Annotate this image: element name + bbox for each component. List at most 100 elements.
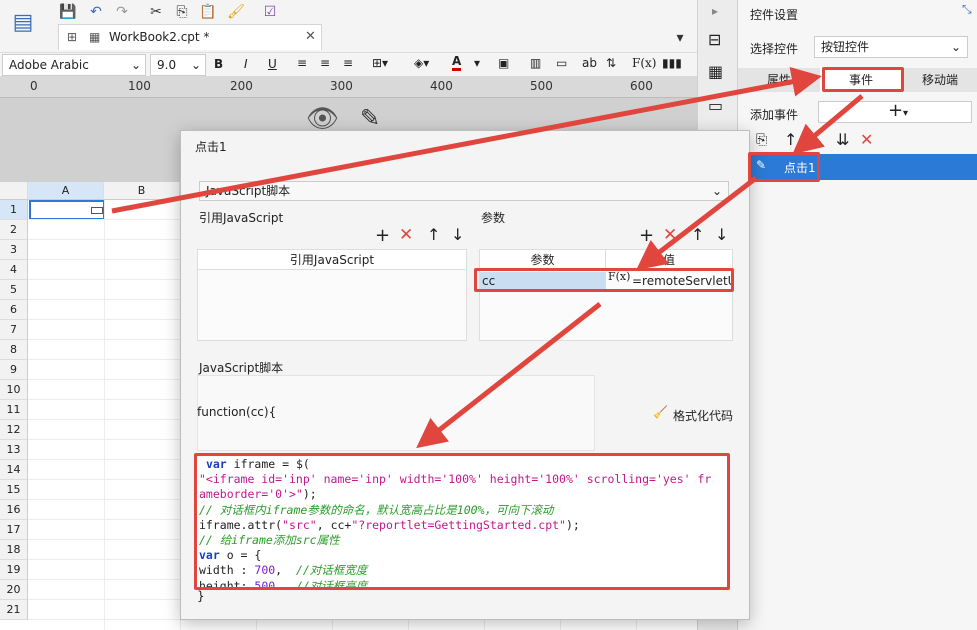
tab-properties[interactable]: 属性 [738, 68, 820, 92]
widget-type-select[interactable]: 按钮控件 ⌄ [814, 36, 968, 58]
redo-icon[interactable]: ↷ [112, 2, 132, 22]
column-header[interactable]: B [104, 182, 180, 200]
row-header[interactable]: 11 [0, 400, 28, 420]
border-icon[interactable]: ⊞▾ [372, 56, 388, 70]
selected-cell-a1[interactable] [29, 200, 105, 220]
undo-icon[interactable]: ↶ [86, 2, 106, 22]
corner-header [0, 182, 28, 200]
close-tab-icon[interactable]: ✕ [305, 29, 316, 44]
value-col-header: 值 [606, 250, 732, 270]
align-right-icon[interactable]: ≡ [343, 56, 353, 70]
move-up-icon[interactable]: ↑ [784, 130, 797, 149]
param-highlight-box [474, 268, 734, 292]
ruler-tick: 400 [430, 79, 453, 93]
copy-event-icon[interactable]: ⎘ [756, 132, 767, 148]
expand-arrow-icon[interactable]: ⤡ [962, 2, 972, 17]
format-painter-icon[interactable]: 🖌 [226, 2, 246, 22]
sort-icon[interactable]: ⇅ [606, 56, 616, 70]
row-header[interactable]: 13 [0, 440, 28, 460]
row-header[interactable]: 8 [0, 340, 28, 360]
row-header[interactable]: 14 [0, 460, 28, 480]
tab-title: WorkBook2.cpt * [109, 30, 210, 44]
row-header[interactable]: 4 [0, 260, 28, 280]
font-size-select[interactable]: 9.0 ⌄ [150, 54, 206, 76]
row-header[interactable]: 10 [0, 380, 28, 400]
font-name-value: Adobe Arabic [9, 58, 89, 72]
move-up-icon[interactable]: ↑ [427, 225, 440, 244]
dialog-title: 点击1 [195, 140, 227, 154]
delete-ref-icon[interactable]: ✕ [399, 225, 413, 245]
align-left-icon[interactable]: ≡ [297, 56, 307, 70]
move-bottom-icon[interactable]: ⇊ [836, 130, 849, 149]
layout-icon[interactable]: ⊟ [708, 30, 721, 49]
add-param-icon[interactable]: + [639, 225, 654, 246]
row-header[interactable]: 6 [0, 300, 28, 320]
row-header[interactable]: 17 [0, 520, 28, 540]
collapse-arrow-icon[interactable]: ▸ [712, 4, 718, 18]
widget-icon[interactable]: ▦ [708, 62, 723, 81]
column-header[interactable]: A [28, 182, 104, 200]
row-header[interactable]: 1 [0, 200, 28, 220]
text-button[interactable]: ab [582, 56, 597, 70]
tab-mobile[interactable]: 移动端 [902, 68, 977, 92]
template-icon[interactable]: ☑ [260, 2, 280, 22]
horizontal-ruler: 0 100 200 300 400 500 600 [0, 76, 697, 98]
font-name-select[interactable]: Adobe Arabic ⌄ [2, 54, 146, 76]
row-header[interactable]: 5 [0, 280, 28, 300]
row-header[interactable]: 3 [0, 240, 28, 260]
format-code-button[interactable]: 格式化代码 [673, 407, 733, 424]
move-up-icon[interactable]: ↑ [691, 225, 704, 244]
add-ref-icon[interactable]: + [375, 225, 390, 246]
row-header[interactable]: 7 [0, 320, 28, 340]
panel-icon[interactable]: ▭ [708, 96, 723, 115]
dropdown-menu-icon[interactable]: ▾ [670, 28, 690, 48]
fill-color-icon[interactable]: ◈▾ [414, 56, 429, 70]
script-type-select[interactable]: JavaScript脚本 ⌄ [199, 181, 729, 201]
format-toolbar: Adobe Arabic ⌄ 9.0 ⌄ B I U ≡ ≡ ≡ ⊞▾ ◈▾ A… [0, 52, 697, 76]
split-icon[interactable]: ▥ [530, 56, 541, 70]
cut-icon[interactable]: ✂ [146, 2, 166, 22]
bold-button[interactable]: B [214, 57, 223, 71]
underline-button[interactable]: U [268, 57, 277, 71]
move-down-icon[interactable]: ↓ [715, 225, 728, 244]
font-color-icon[interactable]: A [452, 54, 462, 71]
chart-icon[interactable]: ▮▮▮ [662, 56, 682, 70]
row-header[interactable]: 9 [0, 360, 28, 380]
save-icon[interactable]: 💾 [58, 2, 78, 22]
merge-icon[interactable]: ▣ [498, 56, 509, 70]
row-header[interactable]: 2 [0, 220, 28, 240]
params-table[interactable]: 参数 值 cc F(x) =remoteServletU [479, 249, 733, 341]
paste-icon[interactable]: 📋 [198, 2, 218, 22]
ruler-tick: 100 [128, 79, 151, 93]
wrap-icon[interactable]: ▭ [556, 56, 567, 70]
copy-icon[interactable]: ⎘ [172, 2, 192, 22]
add-event-button[interactable]: +▾ [818, 101, 972, 123]
move-down-icon[interactable]: ↓ [808, 130, 821, 149]
closing-brace: } [197, 589, 205, 603]
ref-js-table[interactable]: 引用JavaScript [197, 249, 467, 341]
ref-js-section-label: 引用JavaScript [199, 211, 284, 225]
delete-param-icon[interactable]: ✕ [663, 225, 677, 245]
chevron-down-icon: ⌄ [711, 184, 722, 198]
move-down-icon[interactable]: ↓ [451, 225, 464, 244]
row-header[interactable]: 18 [0, 540, 28, 560]
row-header[interactable]: 16 [0, 500, 28, 520]
formula-button[interactable]: F(x) [632, 56, 656, 70]
document-tab[interactable]: ⊞ ▦ WorkBook2.cpt * ✕ [58, 24, 322, 50]
italic-button[interactable]: I [244, 57, 248, 71]
ruler-tick: 300 [330, 79, 353, 93]
row-header[interactable]: 12 [0, 420, 28, 440]
row-header[interactable]: 15 [0, 480, 28, 500]
row-header[interactable]: 21 [0, 600, 28, 620]
ruler-tick: 600 [630, 79, 653, 93]
row-header[interactable]: 20 [0, 580, 28, 600]
align-center-icon[interactable]: ≡ [320, 56, 330, 70]
main-toolbar: ▤ 💾 ↶ ↷ ✂ ⎘ 📋 🖌 ☑ ⊞ ▦ WorkBook2.cpt * ✕ … [0, 0, 697, 52]
delete-icon[interactable]: ✕ [860, 130, 873, 149]
app-window: ▤ 💾 ↶ ↷ ✂ ⎘ 📋 🖌 ☑ ⊞ ▦ WorkBook2.cpt * ✕ … [0, 0, 977, 630]
edit-pencil-icon[interactable]: ✎ [360, 104, 380, 132]
ruler-tick: 0 [30, 79, 38, 93]
ruler-tick: 200 [230, 79, 253, 93]
chevron-down-icon[interactable]: ▾ [474, 56, 480, 70]
row-header[interactable]: 19 [0, 560, 28, 580]
